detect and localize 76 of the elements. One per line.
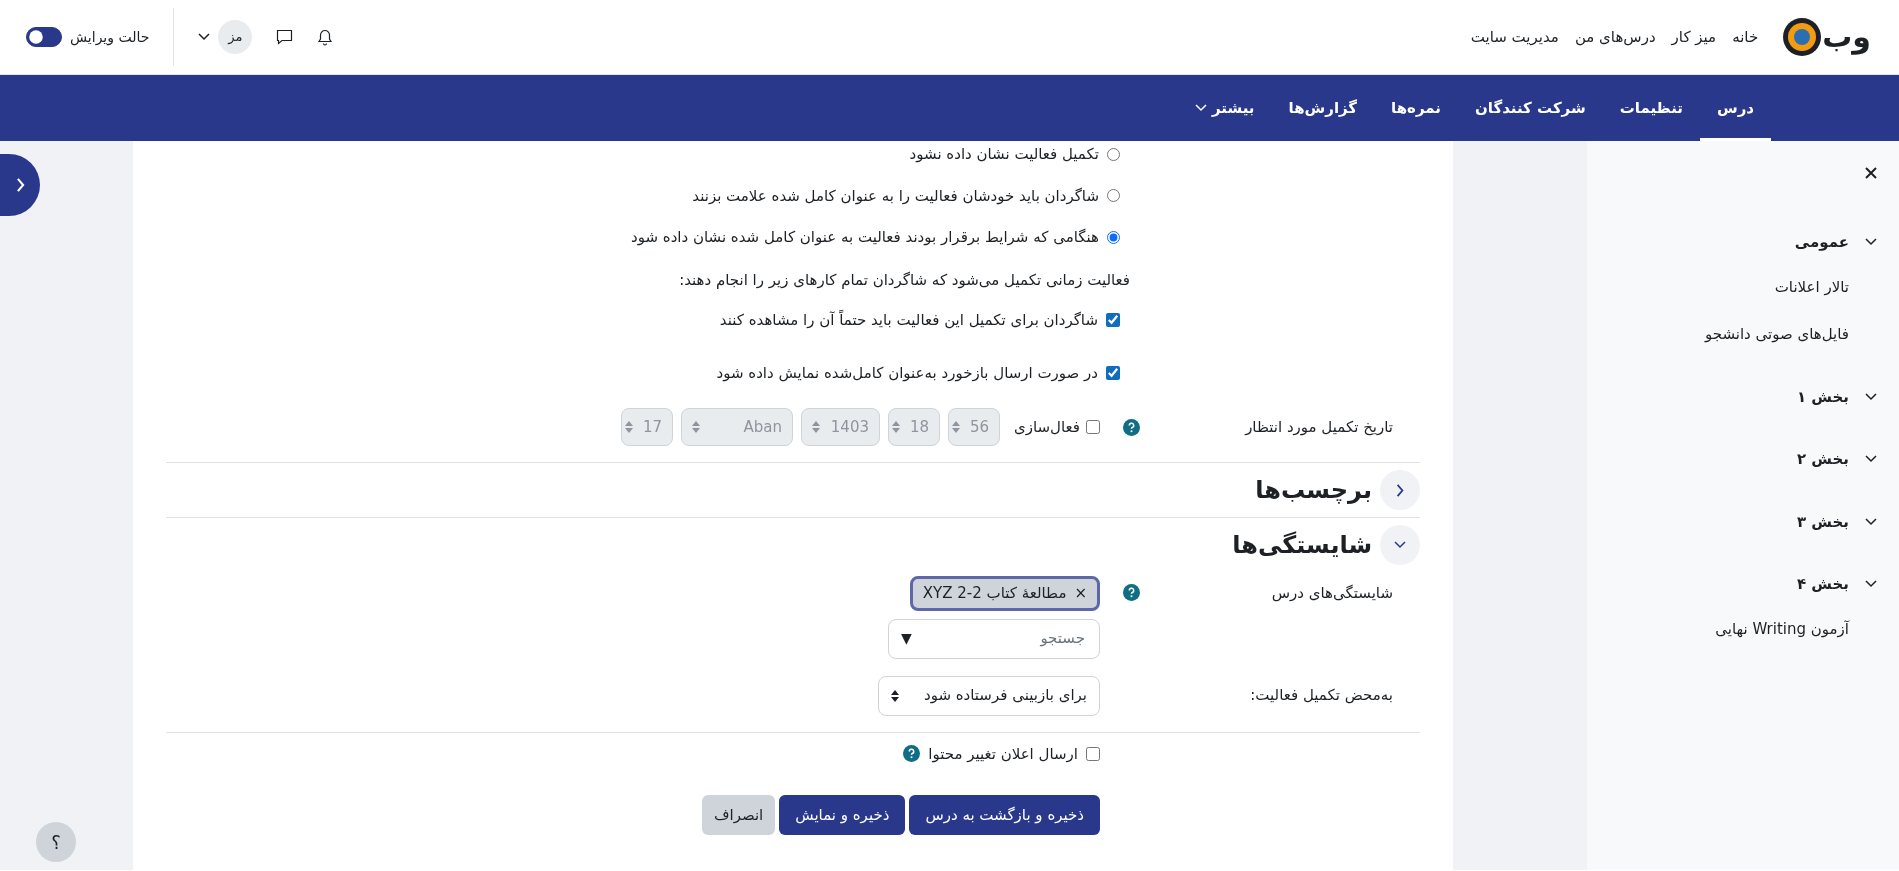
sort-arrows-icon	[812, 421, 820, 433]
activity-link[interactable]: آزمون Writing نهایی	[1715, 617, 1849, 640]
activity-link[interactable]: تالار اعلانات	[1774, 275, 1849, 298]
checkbox-label: در صورت ارسال بازخورد به‌عنوان کامل‌شده نمایش داده شود	[716, 362, 1098, 384]
chevron-down-icon[interactable]	[1865, 455, 1877, 464]
sort-arrows-icon	[624, 421, 633, 433]
cancel-button[interactable]: انصراف	[701, 795, 776, 835]
section-link[interactable]: بخش ۱	[1796, 385, 1849, 408]
logo-disc-icon	[1782, 17, 1823, 57]
competency-tag[interactable]: × مطالعهٔ کتاب XYZ 2-2	[909, 576, 1100, 611]
radio-button[interactable]	[1107, 147, 1120, 161]
radio-button[interactable]	[1107, 189, 1120, 203]
save-button[interactable]: ذخیره و بازگشت به درس	[909, 795, 1100, 835]
nav-link[interactable]: خانه	[1732, 25, 1759, 49]
checkbox-label: ارسال اعلان تغییر محتوا	[928, 743, 1078, 765]
nav-tab[interactable]: نمره‌ها	[1374, 75, 1458, 141]
section-link[interactable]: بخش ۴	[1796, 573, 1849, 596]
chevron-down-icon[interactable]	[1865, 238, 1877, 247]
help-icon	[903, 745, 921, 763]
collapse-toggle[interactable]	[1380, 525, 1420, 565]
section-link[interactable]: بخش ۲	[1796, 448, 1849, 471]
nav-tab[interactable]: بیشتر	[1178, 75, 1272, 141]
radio-button[interactable]	[1107, 230, 1120, 244]
conditions-text: فعالیت زمانی تکمیل می‌شود که شاگردان تمام کارهای زیر را انجام دهند:	[679, 269, 1131, 291]
collapse-toggle[interactable]	[1380, 470, 1420, 510]
section-heading: شایستگی‌ها	[1232, 530, 1372, 560]
checkbox-label: شاگردان برای تکمیل این فعالیت باید حتماً آن را مشاهده کنند	[719, 309, 1098, 331]
checkbox[interactable]	[1086, 746, 1100, 761]
field-label: به‌محض تکمیل فعالیت:	[1249, 685, 1394, 707]
checkbox[interactable]	[1086, 420, 1100, 434]
help-button[interactable]: ؟	[36, 822, 76, 862]
remove-icon[interactable]: ×	[1074, 582, 1087, 605]
field-label: تاریخ تکمیل مورد انتظار	[1243, 416, 1394, 438]
chevron-right-icon	[15, 178, 25, 192]
radio-label: تکمیل فعالیت نشان داده نشود	[909, 144, 1099, 165]
help-icon	[1123, 584, 1140, 601]
caret-icon	[198, 33, 211, 41]
close-icon[interactable]	[1865, 167, 1877, 179]
chevron-down-icon	[1394, 541, 1406, 549]
nav-link[interactable]: درس‌های من	[1574, 25, 1656, 49]
nav-link[interactable]: میز کار	[1671, 25, 1717, 49]
checkbox-label: فعال‌سازی	[1014, 416, 1080, 438]
sort-arrows-icon	[891, 421, 900, 433]
chevron-down-icon[interactable]	[1865, 392, 1877, 401]
checkbox[interactable]	[1106, 313, 1120, 328]
bell-icon[interactable]	[317, 28, 334, 46]
sort-arrows-icon	[951, 421, 960, 433]
help-icon	[1123, 418, 1140, 436]
nav-tab[interactable]: گزارش‌ها	[1271, 75, 1375, 141]
field-label: شایستگی‌های درس	[1270, 583, 1394, 604]
activity-link[interactable]: فایل‌های صوتی دانشجو	[1704, 323, 1849, 346]
radio-label: شاگردان باید خودشان فعالیت را به عنوان کامل شده علامت بزنند	[692, 185, 1099, 207]
caret-icon	[1195, 104, 1208, 112]
chevron-down-icon[interactable]	[1865, 580, 1877, 589]
radio-label: هنگامی که شرایط برقرار بودند فعالیت به عنوان کامل شده نشان داده شود	[631, 227, 1099, 248]
section-link[interactable]: عمومی	[1794, 231, 1849, 254]
search-field[interactable]: جستجو ▼	[888, 618, 1100, 659]
drawer-toggle-button[interactable]	[0, 154, 40, 216]
sort-arrows-icon	[692, 421, 700, 433]
dropdown-arrow-icon[interactable]: ▼	[901, 628, 912, 649]
section-link[interactable]: بخش ۳	[1796, 510, 1849, 533]
logo[interactable]: وب	[1782, 17, 1871, 57]
save-button[interactable]: ذخیره و نمایش	[779, 795, 906, 835]
checkbox[interactable]	[1106, 365, 1120, 380]
chevron-down-icon[interactable]	[1865, 517, 1877, 526]
nav-tab[interactable]: شرکت کنندگان	[1458, 75, 1603, 141]
section-heading: برچسب‌ها	[1255, 475, 1372, 505]
completion-select[interactable]: برای بازبینی فرستاده شود	[878, 675, 1100, 716]
sort-arrows-icon	[891, 689, 899, 702]
edit-mode-toggle[interactable]	[26, 27, 62, 47]
nav-tab[interactable]: تنظیمات	[1602, 75, 1700, 141]
chat-icon[interactable]	[276, 29, 294, 45]
user-avatar[interactable]: مز	[218, 20, 253, 54]
edit-mode-label: حالت ویرایش	[70, 27, 150, 48]
chevron-right-icon	[1396, 483, 1404, 497]
nav-link[interactable]: مدیریت سایت	[1470, 25, 1559, 49]
